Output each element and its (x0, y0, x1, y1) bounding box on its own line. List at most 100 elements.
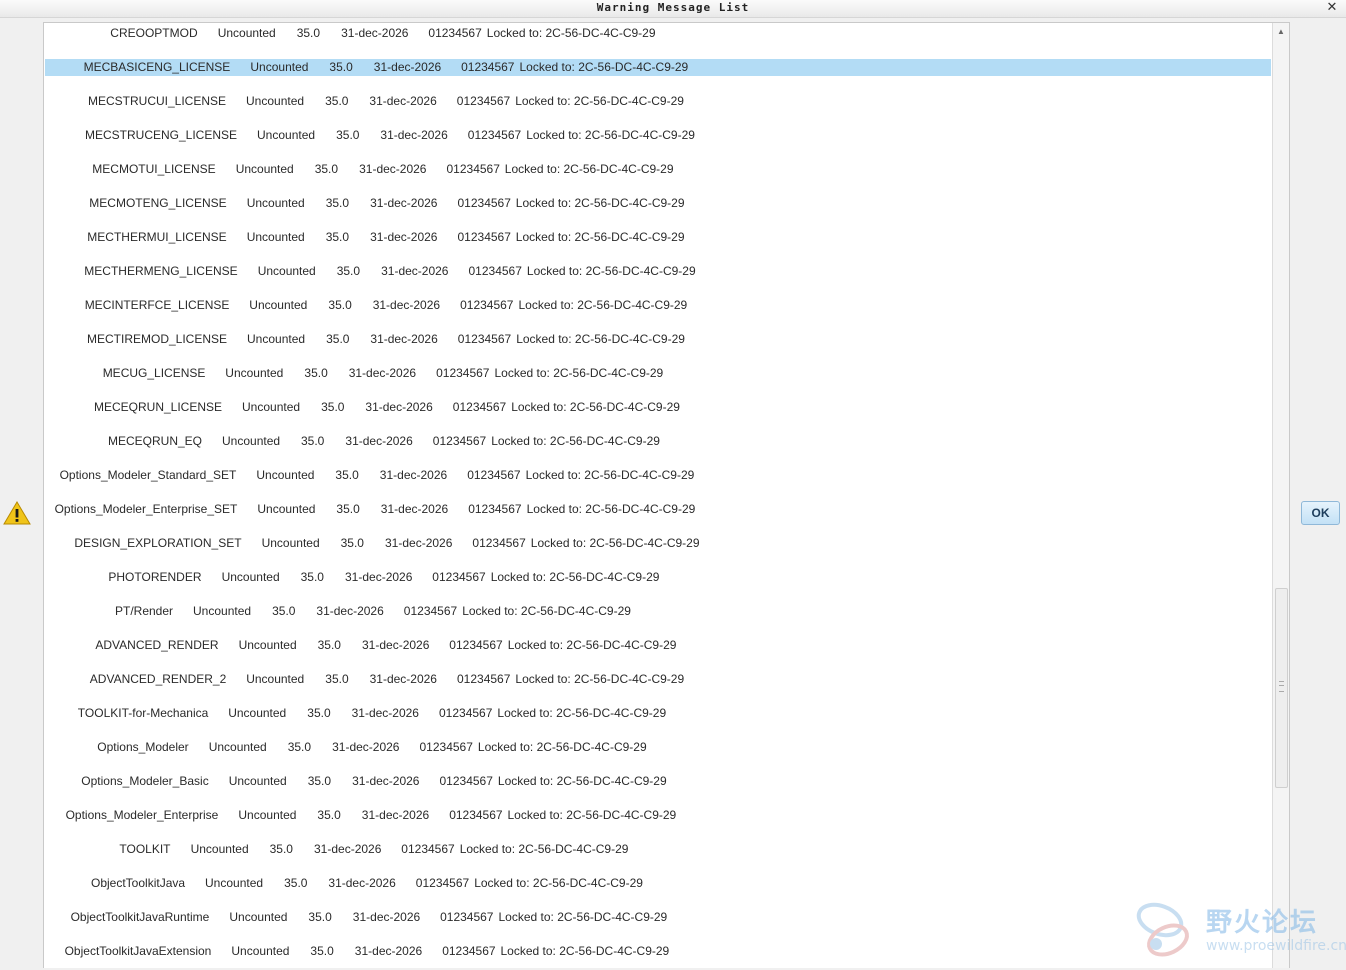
list-item[interactable]: TOOLKIT Uncounted 35.0 31-dec-2026 01234567 L… (45, 841, 1271, 858)
license-count: Uncounted (247, 332, 306, 346)
list-item[interactable]: ADVANCED_RENDER_2 Uncounted 35.0 31-dec-202… (45, 671, 1271, 688)
license-id: 01234567 (428, 26, 482, 40)
license-count: Uncounted (257, 128, 316, 142)
license-lock: Locked to: 2C-56-DC-4C-C9-29 (507, 638, 677, 652)
list-item[interactable]: PHOTORENDER Uncounted 35.0 31-dec-2026 01234… (45, 569, 1271, 586)
license-version: 35.0 (335, 468, 359, 482)
license-name: MECSTRUCENG_LICENSE (85, 128, 238, 142)
scrollbar-grip-icon (1279, 681, 1284, 692)
list-item[interactable]: Options_Modeler_Enterprise Uncounted 35.0 3… (45, 807, 1271, 824)
license-count: Uncounted (222, 434, 281, 448)
list-item[interactable]: Options_Modeler_Enterprise_SET Uncounted 3… (45, 501, 1271, 518)
license-count: Uncounted (190, 842, 249, 856)
list-item[interactable]: ObjectToolkitJavaExtension Uncounted 35.0 3… (45, 943, 1271, 960)
license-lock: Locked to: 2C-56-DC-4C-C9-29 (497, 706, 667, 720)
license-lock: Locked to: 2C-56-DC-4C-C9-29 (511, 400, 680, 414)
license-id: 01234567 (467, 128, 522, 142)
license-count: Uncounted (217, 26, 276, 40)
license-version: 35.0 (310, 944, 334, 958)
license-lock: Locked to: 2C-56-DC-4C-C9-29 (500, 944, 670, 958)
license-count: Uncounted (238, 808, 297, 822)
list-item[interactable]: DESIGN_EXPLORATION_SET Uncounted 35.0 31-de… (45, 535, 1271, 552)
scrollbar-thumb[interactable] (1275, 588, 1288, 788)
license-name: MECSTRUCUI_LICENSE (88, 94, 227, 108)
license-count: Uncounted (246, 230, 305, 244)
list-item[interactable]: MECTHERMENG_LICENSE Uncounted 35.0 31-dec-2… (45, 263, 1271, 280)
list-item[interactable]: Options_Modeler_Basic Uncounted 35.0 31-dec… (45, 773, 1271, 790)
license-name: TOOLKIT (119, 842, 171, 856)
watermark-url: www.proewildfire.cn (1206, 938, 1346, 954)
list-item[interactable]: MECEQRUN_EQ Uncounted 35.0 31-dec-2026 01234… (45, 433, 1271, 450)
license-lock: Locked to: 2C-56-DC-4C-C9-29 (494, 366, 664, 380)
license-name: MECMOTENG_LICENSE (89, 196, 227, 210)
license-id: 01234567 (403, 604, 458, 618)
license-id: 01234567 (415, 876, 470, 890)
license-version: 35.0 (326, 332, 350, 346)
license-name: Options_Modeler (97, 740, 189, 754)
license-count: Uncounted (246, 196, 305, 210)
list-item[interactable]: ObjectToolkitJava Uncounted 35.0 31-dec-202… (45, 875, 1271, 892)
license-expiry: 31-dec-2026 (369, 672, 437, 686)
license-name: PT/Render (115, 604, 174, 618)
list-item[interactable]: ObjectToolkitJavaRuntime Uncounted 35.0 31-… (45, 909, 1271, 926)
license-id: 01234567 (446, 162, 500, 176)
list-item[interactable]: Options_Modeler_Standard_SET Uncounted 35.… (45, 467, 1271, 484)
license-count: Uncounted (193, 604, 252, 618)
list-item[interactable]: MECSTRUCENG_LICENSE Uncounted 35.0 31-dec-2… (45, 127, 1271, 144)
license-name: Options_Modeler_Enterprise_SET (54, 502, 238, 516)
scroll-up-arrow-icon[interactable]: ▲ (1273, 25, 1289, 39)
list-item[interactable]: PT/Render Uncounted 35.0 31-dec-2026 0123456… (45, 603, 1271, 620)
license-expiry: 31-dec-2026 (332, 740, 400, 754)
license-id: 01234567 (457, 672, 511, 686)
license-version: 35.0 (325, 94, 349, 108)
license-name: MECTHERMENG_LICENSE (84, 264, 238, 278)
license-version: 35.0 (287, 740, 312, 754)
license-count: Uncounted (256, 468, 315, 482)
license-lock: Locked to: 2C-56-DC-4C-C9-29 (477, 740, 647, 754)
list-item[interactable]: ADVANCED_RENDER Uncounted 35.0 31-dec-2026 0… (45, 637, 1271, 654)
license-expiry: 31-dec-2026 (362, 638, 430, 652)
license-name: Options_Modeler_Basic (81, 774, 209, 788)
license-lock: Locked to: 2C-56-DC-4C-C9-29 (497, 774, 667, 788)
license-version: 35.0 (325, 672, 349, 686)
license-name: MECEQRUN_EQ (108, 434, 203, 448)
list-item[interactable]: MECTIREMOD_LICENSE Uncounted 35.0 31-dec-20… (45, 331, 1271, 348)
license-count: Uncounted (250, 60, 309, 74)
license-version: 35.0 (328, 298, 352, 312)
license-lock: Locked to: 2C-56-DC-4C-C9-29 (486, 26, 656, 40)
vertical-scrollbar[interactable]: ▲ (1272, 23, 1289, 968)
list-item[interactable]: MECSTRUCUI_LICENSE Uncounted 35.0 31-dec-20… (45, 93, 1271, 110)
license-name: ObjectToolkitJava (91, 876, 186, 890)
list-item[interactable]: MECMOTENG_LICENSE Uncounted 35.0 31-dec-202… (45, 195, 1271, 212)
list-item[interactable]: CREOOPTMOD Uncounted 35.0 31-dec-2026 012345… (45, 25, 1271, 42)
license-id: 01234567 (452, 400, 507, 414)
list-item[interactable]: MECMOTUI_LICENSE Uncounted 35.0 31-dec-2026… (45, 161, 1271, 178)
ok-button[interactable]: OK (1301, 501, 1340, 525)
list-item[interactable]: TOOLKIT-for-Mechanica Uncounted 35.0 31-dec… (45, 705, 1271, 722)
license-expiry: 31-dec-2026 (352, 910, 421, 924)
list-item[interactable]: MECINTERFCE_LICENSE Uncounted 35.0 31-dec-2… (45, 297, 1271, 314)
list-item[interactable]: MECUG_LICENSE Uncounted 35.0 31-dec-2026 012… (45, 365, 1271, 382)
close-icon[interactable]: ✕ (1324, 0, 1340, 16)
license-lock: Locked to: 2C-56-DC-4C-C9-29 (530, 536, 700, 550)
license-version: 35.0 (340, 536, 364, 550)
license-version: 35.0 (307, 706, 331, 720)
window-titlebar[interactable]: Warning Message List ✕ (0, 0, 1346, 18)
license-expiry: 31-dec-2026 (370, 332, 438, 346)
license-lock: Locked to: 2C-56-DC-4C-C9-29 (491, 434, 660, 448)
license-version: 35.0 (307, 774, 332, 788)
license-id: 01234567 (432, 434, 487, 448)
message-list[interactable]: CREOOPTMOD Uncounted 35.0 31-dec-2026 012345… (43, 22, 1290, 968)
proewildfire-logo-icon (1136, 902, 1189, 957)
license-expiry: 31-dec-2026 (370, 230, 438, 244)
license-version: 35.0 (284, 876, 308, 890)
list-item[interactable]: Options_Modeler Uncounted 35.0 31-dec-2026 0… (45, 739, 1271, 756)
license-expiry: 31-dec-2026 (370, 196, 438, 210)
list-item[interactable]: MECBASICENG_LICENSE Uncounted 35.0 31-dec-2… (45, 59, 1271, 76)
license-id: 01234567 (401, 842, 455, 856)
list-item[interactable]: MECTHERMUI_LICENSE Uncounted 35.0 31-dec-20… (45, 229, 1271, 246)
list-item[interactable]: MECEQRUN_LICENSE Uncounted 35.0 31-dec-2026… (45, 399, 1271, 416)
license-lock: Locked to: 2C-56-DC-4C-C9-29 (526, 502, 696, 516)
license-id: 01234567 (461, 60, 515, 74)
license-count: Uncounted (242, 400, 301, 414)
